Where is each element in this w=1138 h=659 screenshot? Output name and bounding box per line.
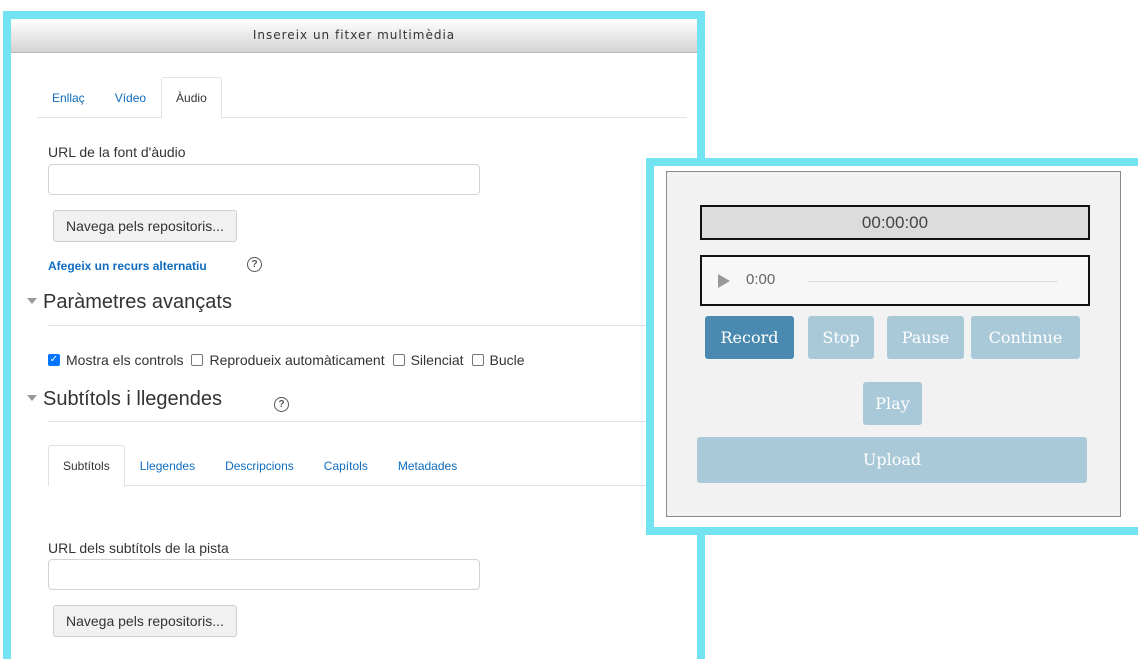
audio-player: 0:00 <box>700 255 1090 306</box>
tab-subtitles[interactable]: Subtítols <box>48 445 125 486</box>
tab-descriptions[interactable]: Descripcions <box>210 445 309 486</box>
pause-button[interactable]: Pause <box>887 316 964 359</box>
tab-captions[interactable]: Llegendes <box>125 445 210 486</box>
stop-button[interactable]: Stop <box>808 316 874 359</box>
muted-label: Silenciat <box>410 352 464 368</box>
player-time: 0:00 <box>746 271 776 288</box>
advanced-options: ✓ Mostra els controls Reprodueix automàt… <box>48 352 533 368</box>
show-controls-checkbox[interactable]: ✓ <box>48 354 60 366</box>
tab-chapters[interactable]: Capítols <box>309 445 383 486</box>
question-circle-icon[interactable]: ? <box>274 397 289 412</box>
autoplay-checkbox[interactable] <box>191 354 204 366</box>
subtitle-tabs: Subtítols Llegendes Descripcions Capítol… <box>48 445 688 486</box>
subtitles-heading[interactable]: Subtítols i llegendes <box>27 388 222 411</box>
show-controls-label: Mostra els controls <box>66 352 184 368</box>
muted-checkbox[interactable] <box>392 354 405 366</box>
browse-repositories-button[interactable]: Navega pels repositoris... <box>53 210 237 242</box>
divider <box>48 325 688 326</box>
question-circle-icon[interactable]: ? <box>247 257 262 272</box>
loop-checkbox[interactable] <box>471 354 484 366</box>
tab-video[interactable]: Vídeo <box>100 77 161 118</box>
dialog-title: Insereix un fitxer multimèdia <box>11 19 697 53</box>
source-url-label: URL de la font d'àudio <box>48 144 186 160</box>
advanced-settings-title: Paràmetres avançats <box>43 291 232 313</box>
divider <box>48 421 688 422</box>
media-type-tabs: Enllaç Vídeo Àudio <box>37 77 687 118</box>
source-url-input[interactable] <box>48 164 480 195</box>
insert-media-dialog: Insereix un fitxer multimèdia Enllaç Víd… <box>3 11 705 659</box>
caret-down-icon <box>27 297 37 304</box>
track-url-input[interactable] <box>48 559 480 590</box>
continue-button[interactable]: Continue <box>971 316 1080 359</box>
audio-recorder-callout: 00:00:00 0:00 Record Stop Pause Continue… <box>646 158 1138 535</box>
track-url-label: URL dels subtítols de la pista <box>48 540 229 556</box>
play-button[interactable]: Play <box>863 382 922 425</box>
add-alternative-link[interactable]: Afegeix un recurs alternatiu <box>48 259 207 273</box>
browse-repositories-button-2[interactable]: Navega pels repositoris... <box>53 605 237 637</box>
recording-timer: 00:00:00 <box>700 205 1090 240</box>
audio-recorder-panel: 00:00:00 0:00 Record Stop Pause Continue… <box>666 171 1121 517</box>
record-button[interactable]: Record <box>705 316 794 359</box>
subtitles-title: Subtítols i llegendes <box>43 388 223 410</box>
caret-down-icon <box>27 394 37 401</box>
advanced-settings-heading[interactable]: Paràmetres avançats <box>27 291 232 314</box>
play-icon[interactable] <box>718 274 730 288</box>
progress-track[interactable] <box>808 281 1058 282</box>
tab-audio[interactable]: Àudio <box>161 77 222 118</box>
loop-label: Bucle <box>489 352 525 368</box>
tab-link[interactable]: Enllaç <box>37 77 100 118</box>
upload-button[interactable]: Upload <box>697 437 1087 483</box>
autoplay-label: Reprodueix automàticament <box>209 352 385 368</box>
tab-metadata[interactable]: Metadades <box>383 445 472 486</box>
